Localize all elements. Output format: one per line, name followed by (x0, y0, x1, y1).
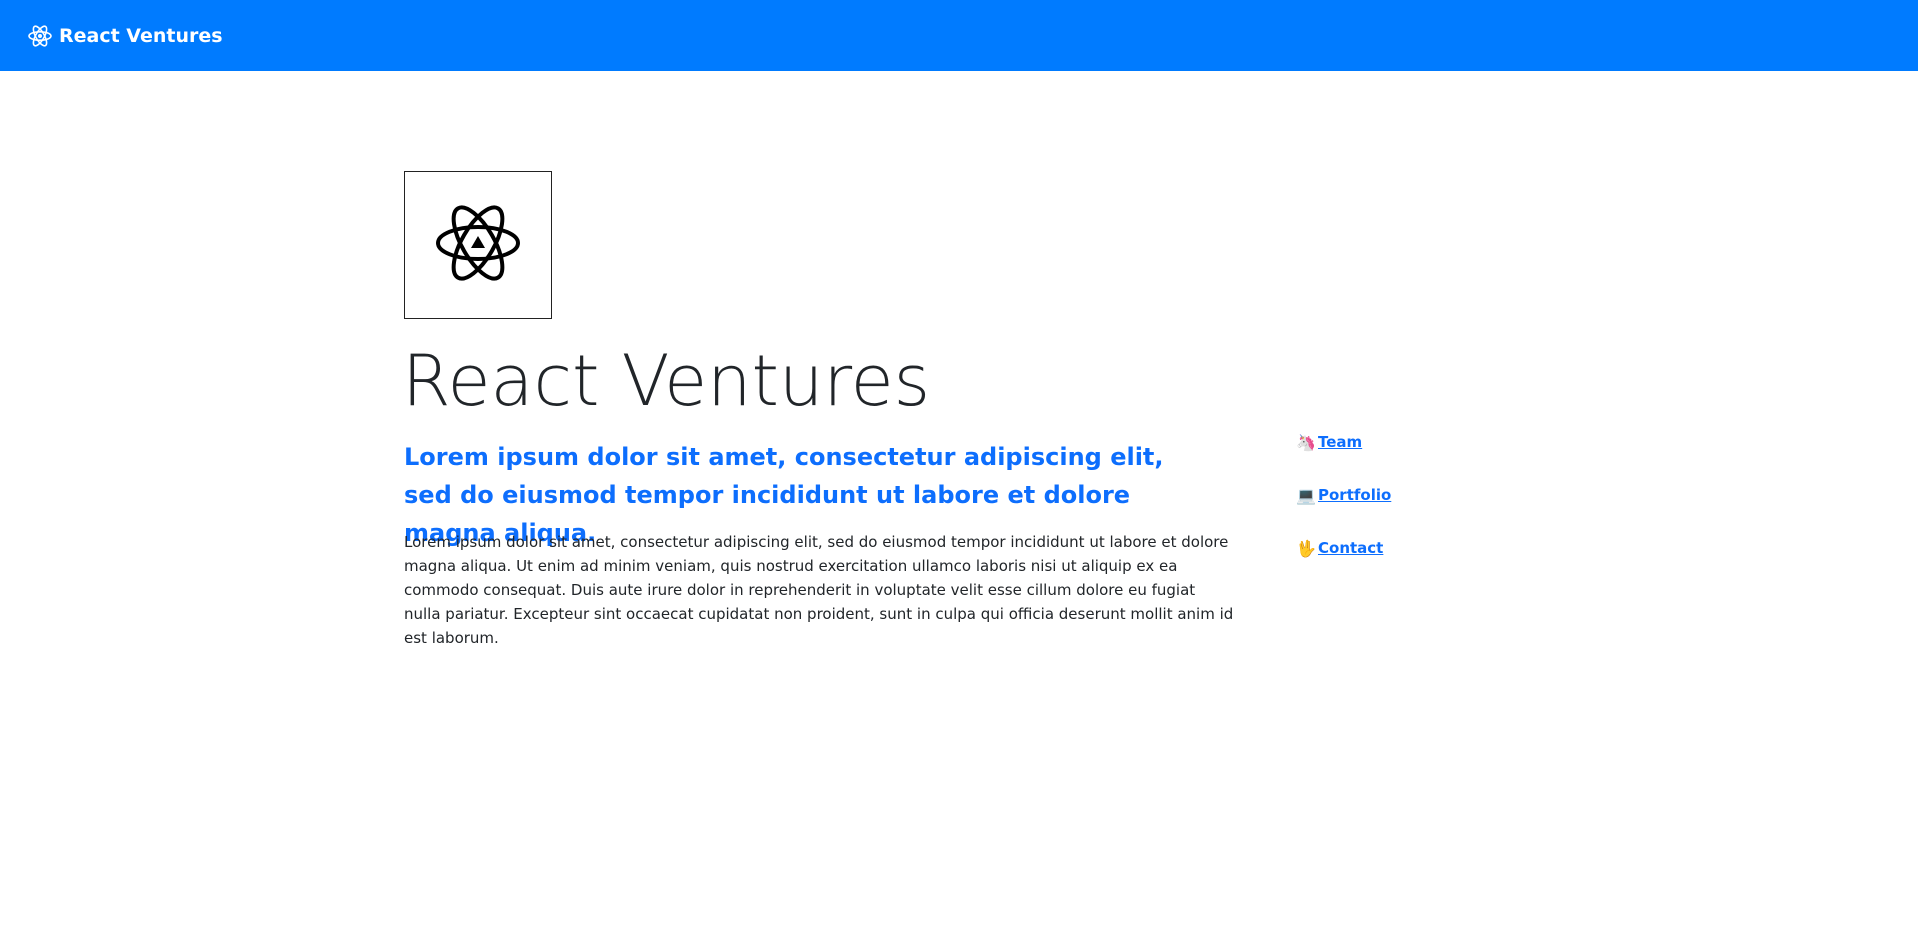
team-link[interactable]: Team (1318, 433, 1362, 451)
brand-link[interactable]: React Ventures (27, 23, 223, 49)
portfolio-link[interactable]: Portfolio (1318, 486, 1391, 504)
contact-link[interactable]: Contact (1318, 539, 1383, 557)
side-link-contact: 🖖 Contact (1296, 537, 1391, 559)
vulcan-salute-icon: 🖖 (1296, 538, 1316, 558)
side-link-team: 🦄 Team (1296, 431, 1391, 453)
hero-logo (404, 171, 552, 319)
react-atom-icon (27, 23, 53, 49)
unicorn-icon: 🦄 (1296, 432, 1316, 452)
side-nav: 🦄 Team 💻 Portfolio 🖖 Contact (1296, 431, 1391, 590)
brand-label: React Ventures (59, 24, 223, 47)
react-atom-logo-icon (433, 198, 523, 293)
body-text: Lorem ipsum dolor sit amet, consectetur … (404, 533, 1234, 647)
page-title: React Ventures (402, 340, 931, 422)
laptop-icon: 💻 (1296, 485, 1316, 505)
side-link-portfolio: 💻 Portfolio (1296, 484, 1391, 506)
top-navbar: React Ventures (0, 0, 1918, 71)
